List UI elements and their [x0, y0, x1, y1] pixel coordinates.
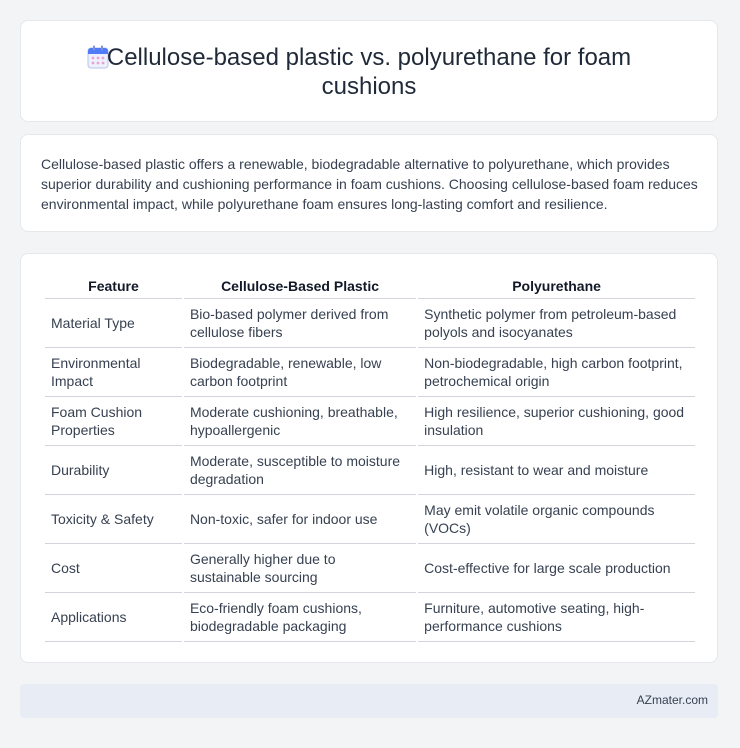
title-card: Cellulose-based plastic vs. polyurethane… [20, 20, 718, 122]
table-row: Foam Cushion Properties Moderate cushion… [45, 397, 695, 446]
row-polyurethane: High resilience, superior cushioning, go… [418, 397, 695, 446]
header-feature: Feature [45, 274, 182, 299]
row-polyurethane: Synthetic polymer from petroleum-based p… [418, 299, 695, 348]
table-row: Cost Generally higher due to sustainable… [45, 544, 695, 593]
summary-paragraph: Cellulose-based plastic offers a renewab… [41, 156, 698, 212]
table-row: Durability Moderate, susceptible to mois… [45, 446, 695, 495]
footer-site-link[interactable]: AZmater.com [637, 693, 708, 707]
row-feature: Toxicity & Safety [45, 495, 182, 544]
table-row: Material Type Bio-based polymer derived … [45, 299, 695, 348]
row-feature: Environmental Impact [45, 348, 182, 397]
row-cellulose: Moderate, susceptible to moisture degrad… [183, 446, 417, 495]
row-polyurethane: May emit volatile organic compounds (VOC… [418, 495, 695, 544]
footer-bar: AZmater.com [20, 684, 718, 718]
row-cellulose: Non-toxic, safer for indoor use [183, 495, 417, 544]
row-feature: Applications [45, 593, 182, 642]
row-cellulose: Generally higher due to sustainable sour… [183, 544, 417, 593]
page-title: Cellulose-based plastic vs. polyurethane… [106, 44, 632, 100]
row-feature: Cost [45, 544, 182, 593]
row-cellulose: Bio-based polymer derived from cellulose… [183, 299, 417, 348]
table-row: Toxicity & Safety Non-toxic, safer for i… [45, 495, 695, 544]
table-row: Environmental Impact Biodegradable, rene… [45, 348, 695, 397]
summary-card: Cellulose-based plastic offers a renewab… [20, 134, 718, 232]
row-feature: Material Type [45, 299, 182, 348]
row-polyurethane: Cost-effective for large scale productio… [418, 544, 695, 593]
header-polyurethane: Polyurethane [418, 274, 695, 299]
comparison-table-card: Feature Cellulose-Based Plastic Polyuret… [20, 253, 718, 663]
table-row: Applications Eco-friendly foam cushions,… [45, 593, 695, 642]
row-feature: Durability [45, 446, 182, 495]
row-cellulose: Biodegradable, renewable, low carbon foo… [183, 348, 417, 397]
row-cellulose: Eco-friendly foam cushions, biodegradabl… [183, 593, 417, 642]
table-header-row: Feature Cellulose-Based Plastic Polyuret… [45, 274, 695, 299]
comparison-table: Feature Cellulose-Based Plastic Polyuret… [43, 274, 697, 642]
row-polyurethane: Furniture, automotive seating, high-perf… [418, 593, 695, 642]
row-cellulose: Moderate cushioning, breathable, hypoall… [183, 397, 417, 446]
row-polyurethane: Non-biodegradable, high carbon footprint… [418, 348, 695, 397]
header-cellulose: Cellulose-Based Plastic [183, 274, 417, 299]
row-polyurethane: High, resistant to wear and moisture [418, 446, 695, 495]
row-feature: Foam Cushion Properties [45, 397, 182, 446]
